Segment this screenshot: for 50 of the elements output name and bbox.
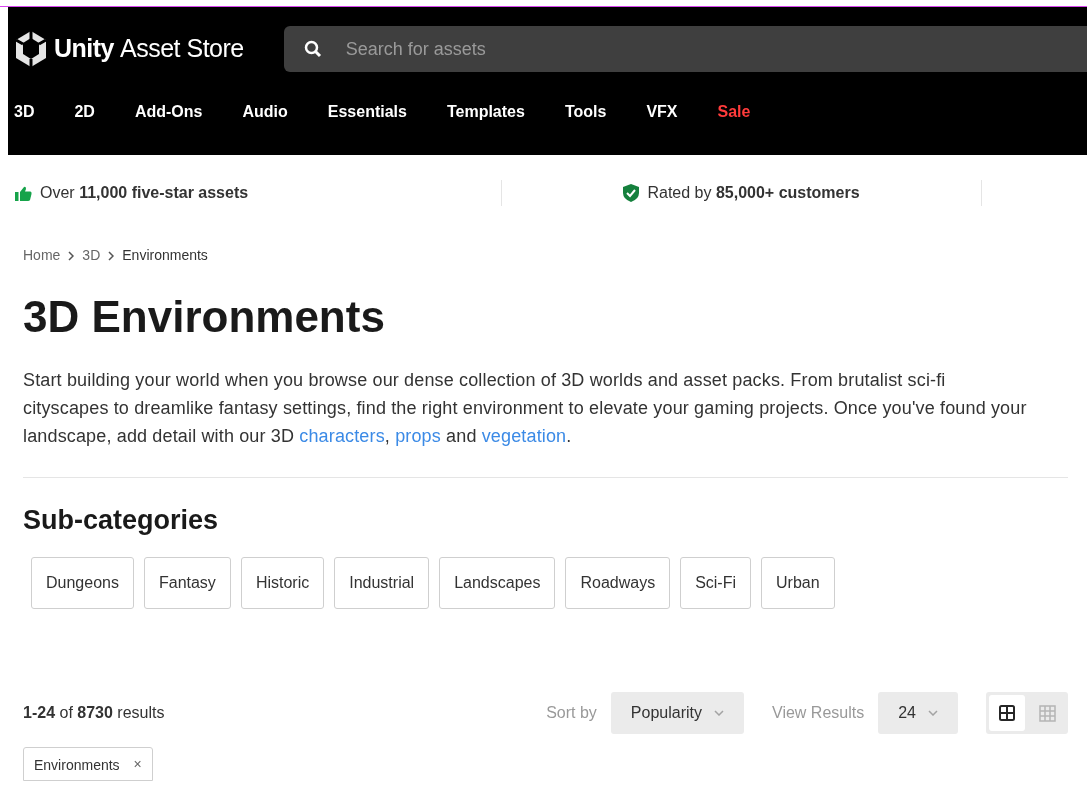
search-icon (303, 40, 322, 58)
nav-link[interactable]: Sale (717, 100, 751, 124)
nav-link[interactable]: VFX (646, 100, 678, 124)
results-count: 1-24 of 8730 results (23, 703, 166, 723)
link[interactable]: props (395, 426, 441, 446)
category-description: Start building your world when you browse our dense collection of 3D worlds and asset packs. From brutalist sci-fi cityscapes to dreamlike fantasy settings, find the right environment to elevate your gaming projects. Once you've found your landscape, add detail with our 3D characters, props and vegetation. (23, 369, 1028, 448)
nav-link[interactable]: Audio (242, 100, 288, 124)
chevron-right-icon (68, 250, 75, 261)
chevron-down-icon (714, 710, 724, 716)
view-results-label: View Results (772, 703, 865, 723)
nav-link[interactable]: Add-Ons (134, 100, 203, 124)
subcategory-chip[interactable]: Sci-Fi (680, 557, 752, 609)
subcategory-chip[interactable]: Historic (240, 557, 325, 609)
nav-link[interactable]: 2D (74, 100, 95, 124)
nav-link[interactable]: Essentials (327, 100, 407, 124)
nav-link[interactable]: 3D (14, 100, 35, 124)
filter-label: Environments (34, 756, 120, 775)
sort-dropdown[interactable]: Popularity (610, 692, 744, 734)
shield-check-icon (623, 184, 640, 202)
subcategory-chip[interactable]: Roadways (565, 557, 671, 609)
logo-product[interactable]: Asset Store (120, 30, 244, 68)
subcategory-chip[interactable]: Fantasy (143, 557, 231, 609)
thumbs-up-icon (15, 185, 32, 201)
stat-text: Rated by 85,000+ customers (647, 183, 860, 203)
search-field[interactable]: Search for assets (283, 26, 1087, 72)
view-mode-button[interactable] (989, 695, 1025, 731)
sort-label: Sort by (546, 703, 597, 723)
link[interactable]: vegetation (481, 426, 567, 446)
section-heading: Sub-categories (23, 504, 220, 537)
cube-logo-icon (14, 30, 48, 68)
stat-text: Over 11,000 five-star assets (40, 183, 249, 203)
chevron-down-icon (928, 710, 938, 716)
subcategory-chip[interactable]: Dungeons (31, 557, 134, 609)
nav-link[interactable]: Tools (564, 100, 607, 124)
grid-icon (999, 705, 1015, 721)
breadcrumb-link[interactable]: 3D (82, 245, 101, 266)
search-input[interactable]: Search for assets (345, 35, 1087, 63)
subcategory-chip[interactable]: Urban (761, 557, 835, 609)
dense-grid-icon (1038, 704, 1056, 722)
logo-brand[interactable]: Unity (54, 30, 114, 68)
subcategory-chip[interactable]: Landscapes (439, 557, 556, 609)
chevron-right-icon (108, 250, 115, 261)
nav-link[interactable]: Templates (446, 100, 525, 124)
link[interactable]: characters (299, 426, 385, 446)
view-results-dropdown[interactable]: 24 (878, 692, 958, 734)
page-title: 3D Environments (23, 291, 386, 343)
subcategory-chip[interactable]: Industrial (334, 557, 430, 609)
remove-filter-button[interactable]: × (133, 755, 142, 773)
breadcrumb-link[interactable]: Environments (122, 245, 208, 266)
breadcrumb-link[interactable]: Home (23, 245, 61, 266)
